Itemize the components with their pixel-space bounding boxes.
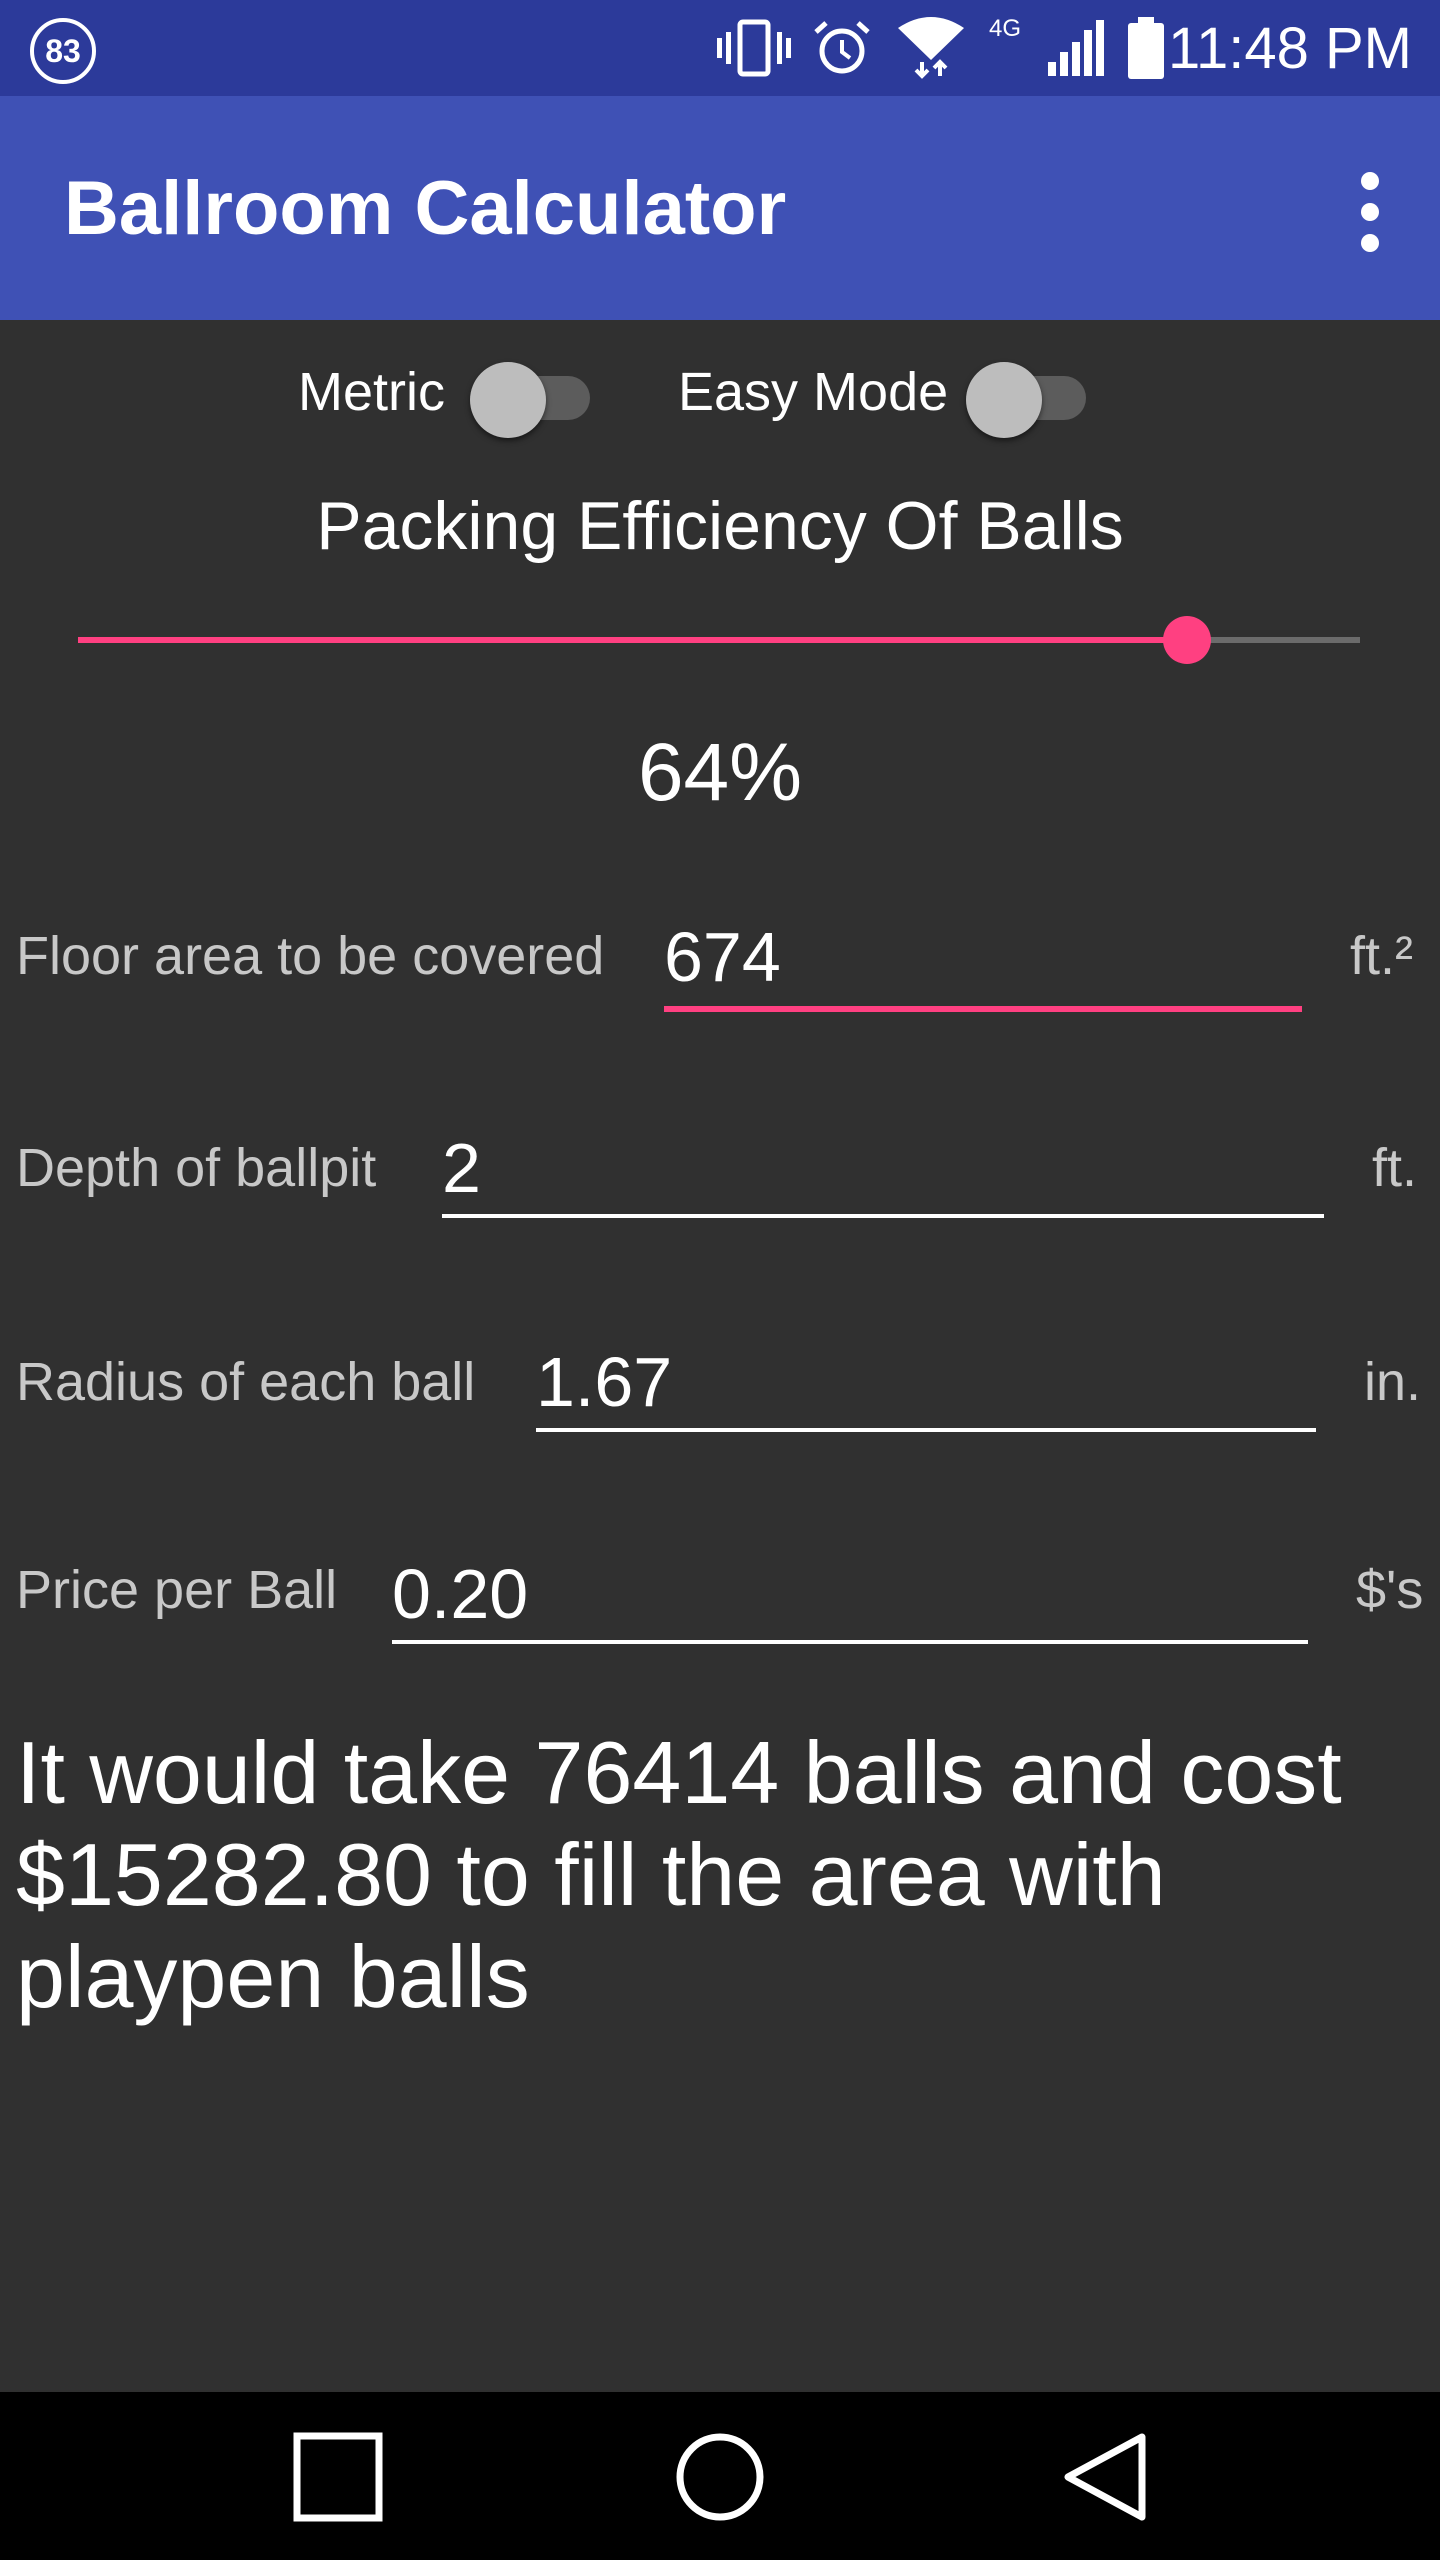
- floor-area-input[interactable]: [664, 908, 1302, 1012]
- packing-efficiency-value: 64%: [637, 727, 803, 818]
- wifi-icon: [896, 16, 966, 80]
- app-bar: Ballroom Calculator: [0, 96, 1440, 320]
- metric-switch[interactable]: [470, 352, 600, 438]
- overflow-menu-icon[interactable]: [1340, 172, 1400, 252]
- packing-efficiency-title: Packing Efficiency Of Balls: [316, 488, 1124, 564]
- status-time: 11:48 PM: [1168, 16, 1412, 81]
- depth-label: Depth of ballpit: [16, 1138, 377, 1198]
- home-icon[interactable]: [660, 2422, 780, 2532]
- recents-icon[interactable]: [278, 2422, 398, 2532]
- radius-unit: in.: [1364, 1352, 1422, 1412]
- price-label: Price per Ball: [16, 1560, 338, 1620]
- floor-area-unit: ft.²: [1350, 926, 1413, 986]
- packing-slider-fill: [78, 637, 1187, 643]
- app-title: Ballroom Calculator: [64, 166, 787, 251]
- vibrate-icon: [716, 16, 792, 80]
- status-bar: 83 4G 11:48 PM: [0, 0, 1440, 96]
- easy-mode-switch[interactable]: [966, 352, 1096, 438]
- network-type-label: 4G: [988, 15, 1021, 42]
- floor-area-label: Floor area to be covered: [16, 926, 605, 986]
- navigation-bar: [0, 2392, 1440, 2560]
- notification-count-badge: 83: [30, 18, 96, 84]
- battery-icon: [1124, 16, 1168, 80]
- radius-input[interactable]: [536, 1336, 1316, 1432]
- depth-unit: ft.: [1372, 1138, 1418, 1198]
- depth-input[interactable]: [442, 1122, 1324, 1218]
- result-text: It would take 76414 balls and cost $1528…: [16, 1723, 1342, 2026]
- easy-mode-label: Easy Mode: [678, 362, 949, 422]
- packing-slider-thumb[interactable]: [1162, 616, 1211, 664]
- price-input[interactable]: [392, 1548, 1308, 1644]
- metric-label: Metric: [298, 362, 445, 422]
- back-icon[interactable]: [1044, 2422, 1164, 2532]
- radius-label: Radius of each ball: [16, 1352, 476, 1412]
- signal-icon: [1044, 16, 1108, 80]
- price-unit: $'s: [1356, 1560, 1424, 1620]
- alarm-icon: [810, 16, 874, 80]
